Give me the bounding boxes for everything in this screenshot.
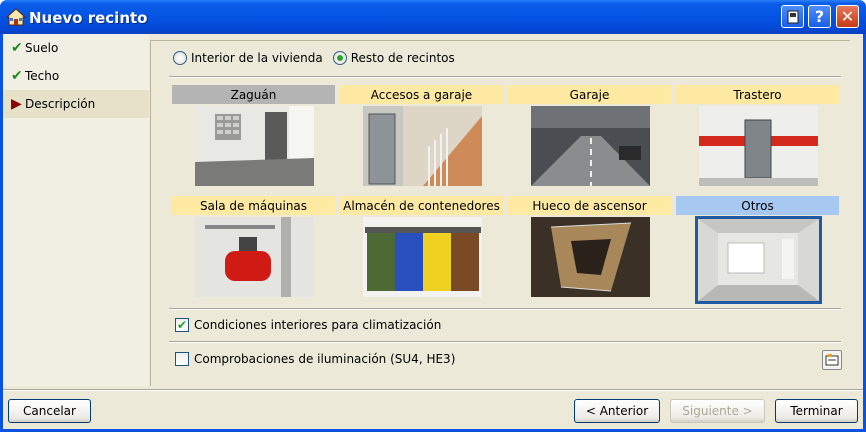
category-sala-maquinas[interactable]: Sala de máquinas bbox=[172, 196, 335, 306]
help-button[interactable]: ? bbox=[808, 5, 831, 28]
divider bbox=[169, 308, 841, 310]
divider bbox=[169, 341, 841, 343]
step-techo[interactable]: ✔ Techo bbox=[3, 62, 149, 90]
check-icon: ✔ bbox=[11, 68, 23, 84]
help-manual-button[interactable] bbox=[781, 5, 804, 28]
radio-label: Resto de recintos bbox=[350, 51, 455, 65]
category-label: Accesos a garaje bbox=[340, 85, 503, 104]
step-descripcion[interactable]: ▶ Descripción bbox=[3, 90, 149, 118]
checkbox-label: Condiciones interiores para climatizació… bbox=[194, 318, 442, 332]
close-button[interactable]: ✕ bbox=[836, 5, 859, 28]
checkbox-label: Comprobaciones de iluminación (SU4, HE3) bbox=[194, 352, 456, 366]
finish-button[interactable]: Terminar bbox=[775, 399, 858, 423]
accesos-garaje-image bbox=[363, 106, 482, 186]
option-iluminacion: Comprobaciones de iluminación (SU4, HE3) bbox=[175, 352, 455, 366]
option-climatizacion: ✔ Condiciones interiores para climatizac… bbox=[175, 318, 441, 332]
book-icon bbox=[787, 10, 798, 23]
garaje-image bbox=[531, 106, 650, 186]
close-icon: ✕ bbox=[840, 7, 855, 26]
current-step-arrow-icon: ▶ bbox=[11, 96, 22, 112]
next-button[interactable]: Siguiente > bbox=[670, 399, 765, 423]
hueco-ascensor-image bbox=[531, 217, 650, 297]
trastero-image bbox=[699, 106, 818, 186]
category-accesos-garaje[interactable]: Accesos a garaje bbox=[340, 85, 503, 195]
iluminacion-checkbox[interactable] bbox=[175, 352, 189, 366]
dialog-window: Nuevo recinto ? ✕ ✔ Suelo ✔ Techo ▶ Desc… bbox=[0, 0, 866, 432]
category-zaguan[interactable]: Zaguán bbox=[172, 85, 335, 195]
category-label: Zaguán bbox=[172, 85, 335, 104]
cancel-button[interactable]: Cancelar bbox=[8, 399, 91, 423]
step-suelo[interactable]: ✔ Suelo bbox=[3, 34, 149, 62]
footer-divider bbox=[3, 389, 863, 391]
step-label: Suelo bbox=[25, 41, 59, 55]
category-label: Hueco de ascensor bbox=[508, 196, 671, 215]
category-label: Almacén de contenedores bbox=[340, 196, 503, 215]
category-label: Sala de máquinas bbox=[172, 196, 335, 215]
zaguan-image bbox=[195, 106, 314, 186]
category-hueco-ascensor[interactable]: Hueco de ascensor bbox=[508, 196, 671, 306]
back-button[interactable]: < Anterior bbox=[574, 399, 660, 423]
radio-label: Interior de la vivienda bbox=[191, 51, 323, 65]
dialog-client: ✔ Suelo ✔ Techo ▶ Descripción Interior d… bbox=[3, 34, 863, 429]
check-icon: ✔ bbox=[11, 40, 23, 56]
wizard-steps: ✔ Suelo ✔ Techo ▶ Descripción bbox=[3, 34, 149, 386]
house-icon bbox=[6, 8, 26, 26]
title-bar[interactable]: Nuevo recinto ? ✕ bbox=[0, 0, 866, 34]
radio-interior[interactable] bbox=[173, 51, 187, 65]
category-otros[interactable]: Otros bbox=[676, 196, 839, 306]
category-almacen-contenedores[interactable]: Almacén de contenedores bbox=[340, 196, 503, 306]
step-label: Descripción bbox=[25, 97, 96, 111]
radio-dot bbox=[336, 55, 343, 61]
otros-image bbox=[695, 216, 822, 304]
contenedores-image bbox=[363, 217, 482, 297]
category-label: Garaje bbox=[508, 85, 671, 104]
question-icon: ? bbox=[814, 7, 825, 26]
category-trastero[interactable]: Trastero bbox=[676, 85, 839, 195]
scope-radio-group: Interior de la vivienda Resto de recinto… bbox=[173, 51, 465, 65]
divider bbox=[169, 76, 841, 78]
category-label: Otros bbox=[676, 196, 839, 215]
category-label: Trastero bbox=[676, 85, 839, 104]
radio-resto[interactable] bbox=[332, 51, 347, 65]
sala-maquinas-image bbox=[195, 217, 314, 297]
step-label: Techo bbox=[25, 69, 60, 83]
edit-dialog-icon bbox=[825, 354, 839, 366]
window-title: Nuevo recinto bbox=[29, 9, 148, 27]
climatizacion-checkbox[interactable]: ✔ bbox=[175, 318, 189, 332]
category-garaje[interactable]: Garaje bbox=[508, 85, 671, 195]
climatizacion-edit-button[interactable] bbox=[822, 350, 842, 370]
